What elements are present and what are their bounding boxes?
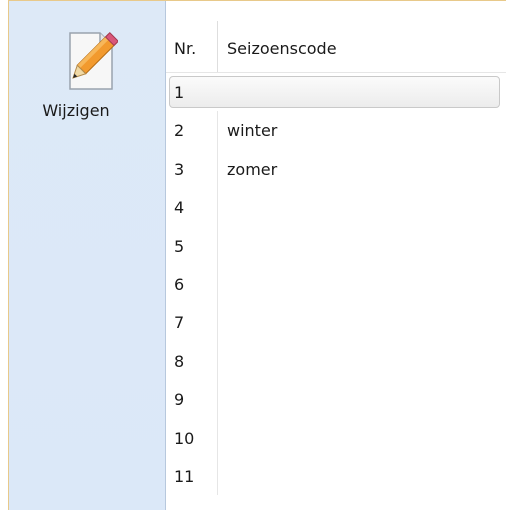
- column-separator: [217, 341, 218, 381]
- table-row[interactable]: 8: [166, 341, 506, 381]
- table-row[interactable]: 4: [166, 188, 506, 227]
- edit-button[interactable]: Wijzigen: [9, 9, 165, 133]
- column-separator: [217, 303, 218, 342]
- row-number: 1: [174, 83, 185, 102]
- table-row[interactable]: 10: [166, 418, 506, 457]
- row-code: winter: [227, 121, 278, 141]
- app-window: Wijzigen Nr. Seizoenscode 1 2 winter 3 z…: [8, 0, 506, 510]
- selected-row-highlight: [169, 76, 500, 109]
- table-row[interactable]: 11: [166, 456, 506, 496]
- column-separator: [217, 456, 218, 496]
- column-separator: [217, 149, 218, 189]
- row-number: 3: [174, 159, 185, 179]
- column-separator: [217, 380, 218, 419]
- column-header-nr[interactable]: Nr.: [174, 39, 196, 58]
- table-header: Nr. Seizoenscode: [166, 1, 506, 73]
- table-row[interactable]: 9: [166, 380, 506, 419]
- table-body: 1 2 winter 3 zomer 4 5 6 7 8 9 10 11: [166, 73, 506, 496]
- row-number: 2: [174, 121, 185, 141]
- row-number: 8: [174, 351, 185, 371]
- pencil-document-icon: [69, 32, 118, 90]
- row-number: 6: [174, 274, 185, 294]
- row-code: zomer: [227, 159, 278, 179]
- row-number: 7: [174, 313, 185, 333]
- table-row[interactable]: 7: [166, 303, 506, 342]
- table-row[interactable]: 2 winter: [166, 111, 506, 150]
- row-number: 5: [174, 236, 185, 256]
- table-row[interactable]: 3 zomer: [166, 149, 506, 189]
- table-row[interactable]: 1: [166, 73, 506, 111]
- sidebar-toolbar: Wijzigen: [9, 1, 166, 510]
- table-row[interactable]: 6: [166, 264, 506, 304]
- column-separator: [217, 226, 218, 265]
- column-separator: [217, 418, 218, 457]
- row-number: 11: [174, 466, 195, 486]
- season-code-table: Nr. Seizoenscode 1 2 winter 3 zomer 4 5 …: [166, 1, 506, 510]
- column-header-seizoenscode[interactable]: Seizoenscode: [227, 39, 337, 58]
- column-separator: [217, 188, 218, 227]
- column-separator: [217, 264, 218, 304]
- header-divider: [217, 21, 218, 73]
- row-number: 4: [174, 198, 185, 218]
- table-row[interactable]: 5: [166, 226, 506, 265]
- edit-button-label: Wijzigen: [42, 101, 110, 120]
- column-separator: [217, 111, 218, 150]
- row-number: 9: [174, 390, 185, 410]
- row-number: 10: [174, 428, 195, 448]
